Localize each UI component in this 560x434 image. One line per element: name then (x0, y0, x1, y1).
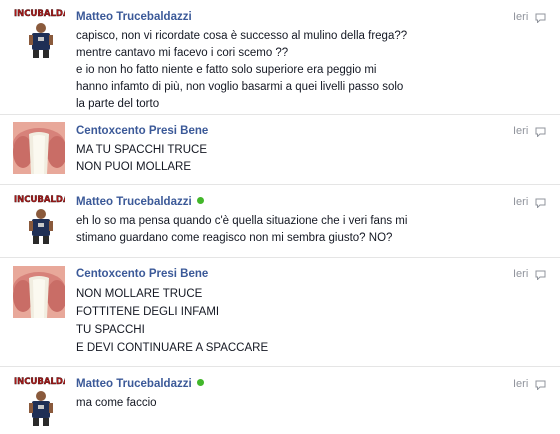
message-line: e io non ho fatto niente e fatto solo su… (76, 64, 377, 76)
mouth-photo-avatar (13, 266, 65, 318)
sender-name[interactable]: Matteo Trucebaldazzi (76, 377, 204, 391)
sender-name[interactable]: Centoxcento Presi Bene (76, 267, 208, 281)
message-line: mentre cantavo mi facevo i cori scemo ?? (76, 47, 289, 59)
avatar[interactable]: INCUBALDAZZI (13, 374, 65, 426)
timestamp: Ieri (513, 125, 529, 137)
sender-name[interactable]: Centoxcento Presi Bene (76, 124, 208, 138)
message-line: eh lo so ma pensa quando c'è quella situ… (76, 215, 408, 227)
message-body: ma come faccio (76, 395, 516, 412)
avatar[interactable]: INCUBALDAZZI (13, 192, 65, 244)
online-status-dot (196, 197, 204, 204)
message-item: INCUBALDAZZI Matteo Trucebaldazzi ma com… (0, 367, 560, 434)
speech-bubble-icon[interactable] (535, 198, 546, 208)
incubaldazzi-logo-avatar: INCUBALDAZZI (13, 374, 65, 426)
sender-name-link[interactable]: Matteo Trucebaldazzi (76, 196, 192, 208)
message-item: INCUBALDAZZI Matteo Trucebaldazzi capisc… (0, 0, 560, 114)
message-line: E DEVI CONTINUARE A SPACCARE (76, 342, 269, 354)
message-body: MA TU SPACCHI TRUCE NON PUOI MOLLARE (76, 142, 516, 176)
logo-text: INCUBALDAZZI (14, 377, 65, 387)
avatar[interactable] (13, 122, 65, 174)
online-status-dot (196, 379, 204, 386)
message-line: capisco, non vi ricordate cosa è success… (76, 30, 408, 42)
message-line: NON MOLLARE TRUCE (76, 288, 203, 300)
sender-name-link[interactable]: Matteo Trucebaldazzi (76, 378, 192, 390)
message-body: NON MOLLARE TRUCE FOTTITENE DEGLI INFAMI… (76, 285, 516, 357)
speech-bubble-icon[interactable] (535, 127, 546, 137)
timestamp: Ieri (513, 196, 529, 208)
message-body: capisco, non vi ricordate cosa è success… (76, 28, 516, 113)
timestamp: Ieri (513, 11, 529, 23)
sender-name-link[interactable]: Matteo Trucebaldazzi (76, 11, 192, 23)
message-body: eh lo so ma pensa quando c'è quella situ… (76, 213, 516, 247)
sender-name-link[interactable]: Centoxcento Presi Bene (76, 125, 208, 137)
message-item: Centoxcento Presi Bene NON MOLLARE TRUCE… (0, 258, 560, 366)
message-item: INCUBALDAZZI Matteo Trucebaldazzi eh lo … (0, 185, 560, 257)
incubaldazzi-logo-avatar: INCUBALDAZZI (13, 6, 65, 58)
message-line: hanno infamto di più, non voglio basarmi… (76, 81, 404, 93)
message-line: stimano guardano come reagisco non mi se… (76, 232, 393, 244)
sender-name[interactable]: Matteo Trucebaldazzi (76, 10, 192, 24)
message-line: FOTTITENE DEGLI INFAMI (76, 306, 220, 318)
sender-name[interactable]: Matteo Trucebaldazzi (76, 195, 204, 209)
incubaldazzi-logo-avatar: INCUBALDAZZI (13, 192, 65, 244)
message-line: TU SPACCHI (76, 324, 145, 336)
message-item: Centoxcento Presi Bene MA TU SPACCHI TRU… (0, 115, 560, 184)
logo-text: INCUBALDAZZI (14, 9, 65, 19)
message-thread: INCUBALDAZZI Matteo Trucebaldazzi capisc… (0, 0, 560, 434)
timestamp: Ieri (513, 378, 529, 390)
message-line: NON PUOI MOLLARE (76, 161, 192, 173)
speech-bubble-icon[interactable] (535, 270, 546, 280)
timestamp: Ieri (513, 268, 529, 280)
message-line: ma come faccio (76, 397, 157, 409)
avatar[interactable]: INCUBALDAZZI (13, 6, 65, 58)
message-line: MA TU SPACCHI TRUCE (76, 144, 207, 156)
speech-bubble-icon[interactable] (535, 380, 546, 390)
speech-bubble-icon[interactable] (535, 13, 546, 23)
message-line: la parte del torto (76, 98, 160, 110)
mouth-photo-avatar (13, 122, 65, 174)
sender-name-link[interactable]: Centoxcento Presi Bene (76, 268, 208, 280)
logo-text: INCUBALDAZZI (14, 195, 65, 205)
avatar[interactable] (13, 266, 65, 318)
